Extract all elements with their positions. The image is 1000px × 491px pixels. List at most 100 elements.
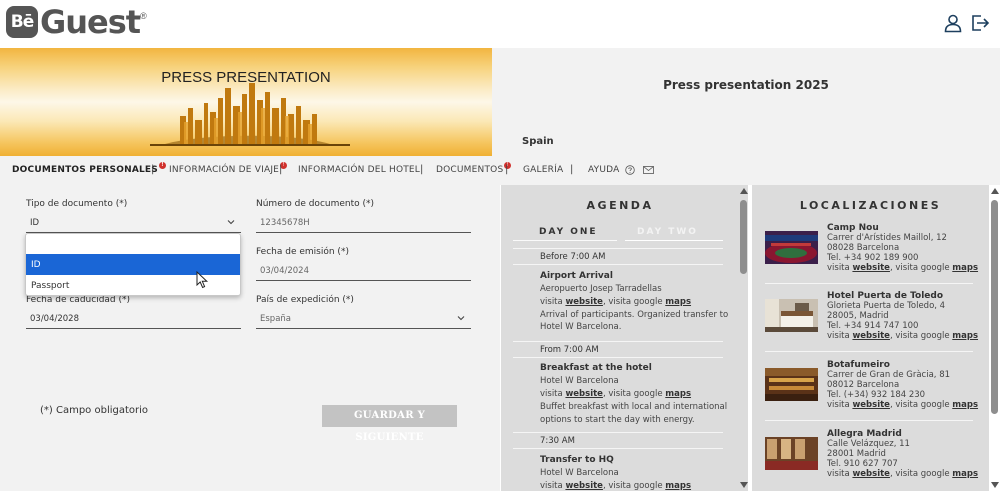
issue-date-input[interactable]: 03/04/2024 bbox=[256, 261, 471, 281]
divider bbox=[513, 341, 723, 342]
links-text: visita bbox=[827, 331, 853, 341]
agenda-item-description: options to start the day with energy. bbox=[540, 415, 695, 425]
maps-link[interactable]: maps bbox=[665, 389, 691, 399]
links-text: , visita google bbox=[889, 263, 953, 273]
tab-underline bbox=[513, 240, 617, 241]
links-text: visita bbox=[540, 297, 566, 307]
nav-separator: | bbox=[420, 164, 424, 175]
nav-tab-documentos[interactable]: DOCUMENTOS! bbox=[436, 162, 512, 175]
event-info-panel: Press presentation 2025 Spain bbox=[492, 48, 1000, 156]
agenda-scrollbar[interactable] bbox=[738, 185, 749, 491]
scroll-down-icon[interactable] bbox=[991, 482, 999, 488]
location-address: Carrer de Gran de Gràcia, 81 bbox=[827, 370, 951, 380]
doc-type-select[interactable]: ID bbox=[26, 213, 241, 233]
links-text: , visita google bbox=[602, 389, 666, 399]
dropdown-option-empty[interactable] bbox=[26, 234, 240, 255]
location-name: Camp Nou bbox=[827, 223, 879, 233]
nav-tab-label: DOCUMENTOS bbox=[436, 165, 504, 175]
agenda-time: Before 7:00 AM bbox=[540, 252, 606, 262]
scroll-thumb[interactable] bbox=[991, 200, 998, 414]
hotel-room-photo bbox=[765, 299, 818, 332]
event-country: Spain bbox=[522, 136, 554, 147]
logout-icon[interactable] bbox=[970, 13, 990, 33]
links-text: , visita google bbox=[889, 469, 953, 479]
location-address: Carrer d'Arístides Maillol, 12 bbox=[827, 233, 947, 243]
agenda-item-links: visita website, visita google maps bbox=[540, 389, 691, 399]
location-card-botafumeiro[interactable]: Botafumeiro Carrer de Gran de Gràcia, 81… bbox=[752, 360, 989, 428]
alert-badge: ! bbox=[158, 162, 166, 169]
divider bbox=[765, 351, 973, 352]
location-card-hotel-puerta-de-toledo[interactable]: Hotel Puerta de Toledo Glorieta Puerta d… bbox=[752, 291, 989, 359]
logo-mark: Bē bbox=[6, 6, 38, 38]
website-link[interactable]: website bbox=[565, 389, 603, 399]
location-card-camp-nou[interactable]: Camp Nou Carrer d'Arístides Maillol, 12 … bbox=[752, 223, 989, 291]
issuing-country-select[interactable]: España bbox=[256, 309, 471, 329]
event-name: Press presentation 2025 bbox=[663, 78, 829, 92]
nav-tab-informacion-de-viaje[interactable]: INFORMACIÓN DE VIAJE! bbox=[169, 162, 288, 175]
nav-tab-ayuda[interactable]: AYUDA bbox=[588, 165, 619, 175]
location-name: Hotel Puerta de Toledo bbox=[827, 291, 944, 301]
logo-registered-mark: ® bbox=[140, 11, 147, 21]
question-circle-icon[interactable] bbox=[625, 165, 635, 175]
maps-link[interactable]: maps bbox=[665, 481, 691, 491]
divider bbox=[513, 357, 723, 358]
divider bbox=[765, 283, 973, 284]
nav-tab-documentos-personales[interactable]: DOCUMENTOS PERSONALES! bbox=[12, 162, 166, 175]
agenda-item-links: visita website, visita google maps bbox=[540, 481, 691, 491]
tab-day-one[interactable]: DAY ONE bbox=[539, 227, 598, 237]
envelope-icon[interactable] bbox=[643, 166, 654, 174]
location-links: visita website, visita google maps bbox=[827, 400, 978, 410]
logo-text: Guest bbox=[40, 3, 141, 41]
nav-tab-galeria[interactable]: GALERÍA bbox=[523, 165, 563, 175]
doc-number-label: Número de documento (*) bbox=[256, 199, 375, 209]
save-and-next-button[interactable]: GUARDAR Y SIGUIENTE bbox=[322, 405, 457, 443]
links-text: visita bbox=[540, 481, 566, 491]
locations-scrollbar[interactable] bbox=[989, 185, 1000, 491]
location-links: visita website, visita google maps bbox=[827, 469, 978, 479]
divider bbox=[513, 448, 723, 449]
scroll-up-icon[interactable] bbox=[991, 188, 999, 194]
maps-link[interactable]: maps bbox=[952, 263, 978, 273]
location-phone: Tel. (+34) 932 184 230 bbox=[827, 390, 926, 400]
user-icon[interactable] bbox=[943, 13, 963, 33]
restaurant-photo bbox=[765, 368, 818, 401]
location-phone: Tel. +34 914 747 100 bbox=[827, 321, 919, 331]
bequest-logo[interactable]: Bē Guest ® bbox=[6, 5, 147, 39]
issuing-country-label: País de expedición (*) bbox=[256, 295, 354, 305]
maps-link[interactable]: maps bbox=[952, 469, 978, 479]
expiry-date-label: Fecha de caducidad (*) bbox=[26, 295, 131, 305]
location-card-allegra-madrid[interactable]: Allegra Madrid Calle Velázquez, 11 28001… bbox=[752, 429, 989, 491]
scroll-up-icon[interactable] bbox=[740, 188, 748, 194]
website-link[interactable]: website bbox=[852, 400, 890, 410]
links-text: , visita google bbox=[889, 400, 953, 410]
agenda-panel: AGENDA DAY ONE DAY TWO Before 7:00 AM Ai… bbox=[501, 185, 748, 491]
website-link[interactable]: website bbox=[852, 331, 890, 341]
expiry-date-input[interactable]: 03/04/2028 bbox=[26, 309, 241, 329]
maps-link[interactable]: maps bbox=[952, 400, 978, 410]
links-text: , visita google bbox=[889, 331, 953, 341]
maps-link[interactable]: maps bbox=[665, 297, 691, 307]
nav-separator: | bbox=[505, 164, 509, 175]
website-link[interactable]: website bbox=[852, 469, 890, 479]
scroll-down-icon[interactable] bbox=[740, 482, 748, 488]
location-city: 28001 Madrid bbox=[827, 449, 886, 459]
divider bbox=[513, 264, 723, 265]
website-link[interactable]: website bbox=[852, 263, 890, 273]
links-text: visita bbox=[827, 400, 853, 410]
top-header: Bē Guest ® bbox=[0, 0, 1000, 48]
doc-number-input[interactable]: 12345678H bbox=[256, 213, 471, 233]
scroll-thumb[interactable] bbox=[740, 200, 747, 274]
links-text: visita bbox=[827, 469, 853, 479]
website-link[interactable]: website bbox=[565, 297, 603, 307]
tab-day-two[interactable]: DAY TWO bbox=[637, 227, 698, 237]
nav-separator: | bbox=[570, 164, 574, 175]
event-banner: PRESS PRESENTATION bbox=[0, 48, 492, 156]
maps-link[interactable]: maps bbox=[952, 331, 978, 341]
agenda-item-place: Aeropuerto Josep Tarradellas bbox=[540, 284, 662, 294]
location-links: visita website, visita google maps bbox=[827, 263, 978, 273]
website-link[interactable]: website bbox=[565, 481, 603, 491]
nav-tab-informacion-del-hotel[interactable]: INFORMACIÓN DEL HOTEL bbox=[298, 165, 420, 175]
agenda-item-title: Breakfast at the hotel bbox=[540, 363, 652, 373]
location-links: visita website, visita google maps bbox=[827, 331, 978, 341]
restaurant-interior-photo bbox=[765, 437, 818, 470]
